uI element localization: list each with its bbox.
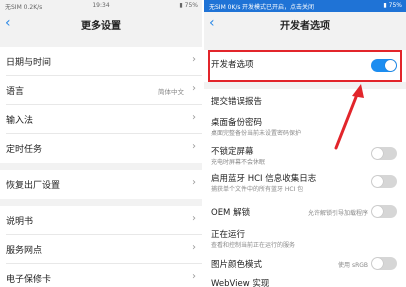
settings-row-input-method[interactable]: 输入法 ›: [0, 105, 202, 134]
row-subtitle: 充电时屏幕不会休眠: [211, 159, 266, 166]
oem-unlock-toggle[interactable]: [371, 205, 397, 218]
row-label: 桌面备份密码: [211, 118, 263, 128]
chevron-right-icon: ›: [192, 242, 196, 253]
highlight-box: [208, 50, 402, 82]
toggle-knob: [372, 258, 383, 269]
toggle-knob: [372, 206, 383, 217]
settings-row-scheduled-tasks[interactable]: 定时任务 ›: [0, 134, 202, 163]
carrier-text: 无SIM 0K/s: [209, 4, 241, 11]
row-label: OEM 解锁: [211, 208, 251, 218]
row-label: 正在运行: [211, 230, 246, 240]
battery: ▮ 75%: [383, 2, 402, 9]
settings-row-language[interactable]: 语言 简体中文 ›: [0, 76, 202, 105]
row-subtitle: 查看和控制当前正在运行的服务: [211, 242, 296, 249]
toggle-knob: [372, 176, 383, 187]
row-label: 输入法: [6, 116, 34, 126]
status-bar: 无SIM 0K/s 开发模式已开启，点击关闭 ▮ 75%: [204, 0, 406, 12]
row-label: WebView 实现: [211, 279, 270, 287]
row-label: 日期与时间: [6, 58, 52, 68]
stay-awake-toggle[interactable]: [371, 147, 397, 160]
row-label: 服务网点: [6, 246, 43, 256]
row-label: 不锁定屏幕: [211, 147, 254, 157]
row-value: 使用 sRGB: [338, 262, 368, 269]
row-oem-unlock[interactable]: OEM 解锁 允许解锁引导加载程序: [204, 199, 406, 223]
chevron-right-icon: ›: [192, 112, 196, 123]
row-desktop-backup-password[interactable]: 桌面备份密码 桌面完整备份当前未设置密码保护: [204, 111, 406, 139]
row-subtitle: 捕获单个文件中的所有蓝牙 HCI 包: [211, 186, 304, 193]
annotation-arrow-icon: [334, 84, 364, 150]
row-value: 允许解锁引导加载程序: [307, 210, 368, 217]
status-bar: 无SIM 0.2K/s 19:34 ▮ 75%: [0, 0, 202, 12]
settings-group-1: 日期与时间 › 语言 简体中文 › 输入法 › 定时任务 ›: [0, 47, 202, 163]
battery-level: 75%: [388, 2, 402, 9]
row-label: 恢复出厂设置: [6, 181, 61, 191]
settings-row-date-time[interactable]: 日期与时间 ›: [0, 47, 202, 76]
row-bug-report[interactable]: 提交错误报告: [204, 89, 406, 109]
row-subtitle: 桌面完整备份当前未设置密码保护: [211, 130, 302, 137]
row-label: 定时任务: [6, 145, 43, 155]
bluetooth-hci-log-toggle[interactable]: [371, 175, 397, 188]
more-settings-screen: 无SIM 0.2K/s 19:34 ▮ 75% ‹ 更多设置 日期与时间 › 语…: [0, 0, 202, 287]
nav-bar: ‹ 开发者选项: [204, 12, 406, 36]
row-label: 说明书: [6, 217, 34, 227]
nav-bar: ‹ 更多设置: [0, 12, 202, 36]
row-value: 简体中文: [158, 88, 184, 96]
row-webview-implementation[interactable]: WebView 实现: [204, 274, 406, 287]
dev-options-list: 提交错误报告 桌面备份密码 桌面完整备份当前未设置密码保护 不锁定屏幕 充电时屏…: [204, 89, 406, 287]
dev-mode-notice[interactable]: 开发模式已开启，点击关闭: [242, 2, 314, 11]
developer-options-screen: 无SIM 0K/s 开发模式已开启，点击关闭 ▮ 75% ‹ 开发者选项 开发者…: [204, 0, 406, 287]
row-bluetooth-hci-log[interactable]: 启用蓝牙 HCI 信息收集日志 捕获单个文件中的所有蓝牙 HCI 包: [204, 168, 406, 196]
battery-level: 75%: [184, 2, 198, 9]
row-stay-awake[interactable]: 不锁定屏幕 充电时屏幕不会休眠: [204, 139, 406, 167]
settings-group-3: 说明书 › 服务网点 › 电子保修卡 ›: [0, 206, 202, 287]
chevron-right-icon: ›: [192, 141, 196, 152]
row-picture-color-mode[interactable]: 图片颜色模式 使用 sRGB: [204, 252, 406, 274]
chevron-right-icon: ›: [192, 177, 196, 188]
chevron-right-icon: ›: [192, 271, 196, 282]
battery-icon: ▮: [383, 2, 387, 9]
row-running-services[interactable]: 正在运行 查看和控制当前正在运行的服务: [204, 224, 406, 252]
srgb-toggle[interactable]: [371, 257, 397, 270]
settings-row-e-warranty[interactable]: 电子保修卡 ›: [0, 264, 202, 287]
chevron-right-icon: ›: [192, 83, 196, 94]
row-label: 语言: [6, 87, 25, 97]
row-label: 提交错误报告: [211, 97, 263, 107]
battery: ▮ 75%: [179, 2, 198, 9]
page-title: 开发者选项: [280, 21, 330, 32]
settings-group-2: 恢复出厂设置 ›: [0, 170, 202, 199]
clock: 19:34: [92, 2, 110, 9]
row-label: 图片颜色模式: [211, 260, 263, 270]
chevron-right-icon: ›: [192, 54, 196, 65]
settings-row-factory-reset[interactable]: 恢复出厂设置 ›: [0, 170, 202, 199]
page-title: 更多设置: [81, 21, 121, 32]
settings-row-manual[interactable]: 说明书 ›: [0, 206, 202, 235]
toggle-knob: [372, 148, 383, 159]
battery-icon: ▮: [179, 2, 183, 9]
row-label: 电子保修卡: [6, 275, 52, 285]
row-label: 启用蓝牙 HCI 信息收集日志: [211, 174, 317, 184]
settings-row-service-centers[interactable]: 服务网点 ›: [0, 235, 202, 264]
chevron-right-icon: ›: [192, 213, 196, 224]
